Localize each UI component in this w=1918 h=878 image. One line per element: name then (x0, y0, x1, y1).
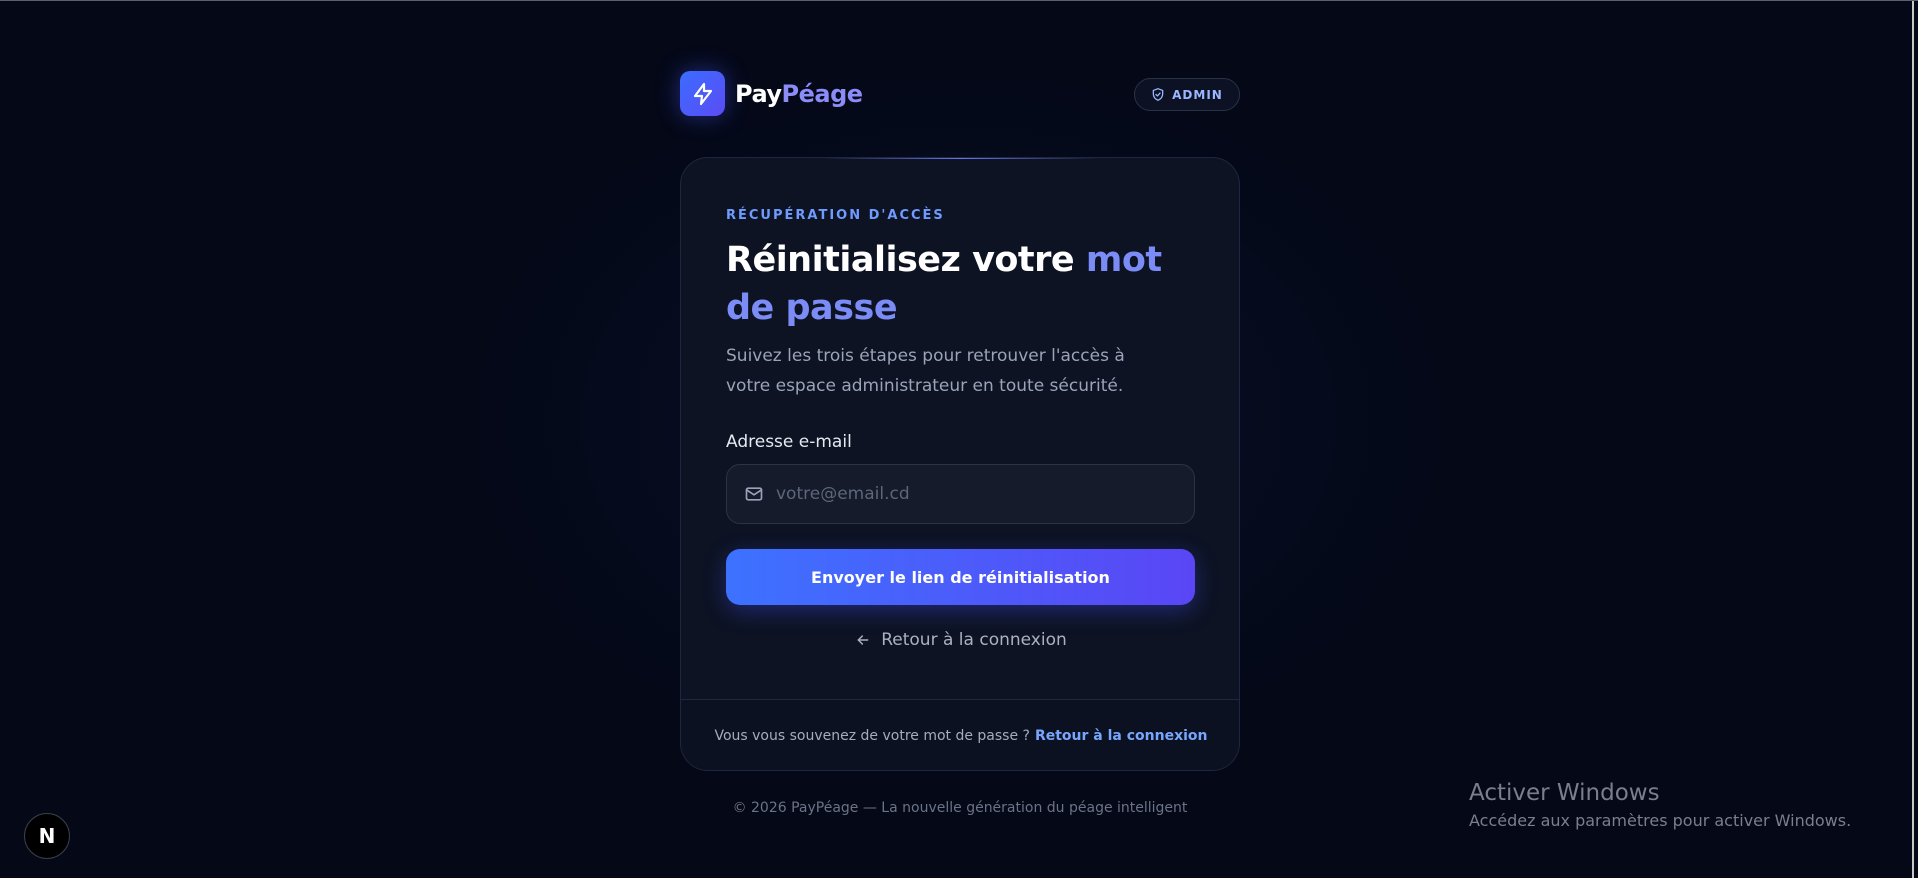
page-title: Réinitialisez votre mot de passe (726, 236, 1206, 332)
email-input[interactable] (776, 484, 1176, 504)
brand-logo[interactable]: PayPéage (680, 71, 863, 116)
footer-text: Vous vous souvenez de votre mot de passe… (714, 728, 1030, 744)
watermark-title: Activer Windows (1469, 780, 1660, 806)
email-field[interactable] (726, 464, 1195, 524)
arrow-left-icon (857, 635, 869, 645)
reset-password-card: RÉCUPÉRATION D'ACCÈS Réinitialisez votre… (680, 157, 1240, 771)
card-top-glow (821, 158, 1101, 159)
admin-badge: ADMIN (1134, 78, 1240, 111)
copyright-text: © 2026 PayPéage — La nouvelle génération… (732, 800, 1188, 816)
card-footer: Vous vous souvenez de votre mot de passe… (681, 699, 1239, 770)
shield-check-icon (1152, 88, 1164, 101)
brand-name-part2: Péage (781, 79, 864, 108)
title-part1: Réinitialisez votre (726, 240, 1086, 280)
scrollbar-thumb[interactable] (1912, 1, 1914, 878)
windows-activation-watermark: Activer Windows Accédez aux paramètres p… (1469, 778, 1851, 834)
lightning-bolt-icon (680, 71, 725, 116)
send-reset-link-button[interactable]: Envoyer le lien de réinitialisation (726, 549, 1195, 605)
back-to-login-link[interactable]: Retour à la connexion (681, 630, 1239, 650)
page-scrollbar[interactable] (1906, 1, 1918, 878)
page-subtitle: Suivez les trois étapes pour retrouver l… (726, 346, 1125, 396)
dev-tools-badge[interactable]: N (24, 813, 70, 859)
email-label: Adresse e-mail (726, 432, 852, 452)
brand-name-part1: Pay (735, 79, 782, 108)
eyebrow-label: RÉCUPÉRATION D'ACCÈS (726, 208, 945, 223)
watermark-subtitle: Accédez aux paramètres pour activer Wind… (1469, 811, 1852, 830)
footer-login-link[interactable]: Retour à la connexion (1035, 728, 1208, 744)
admin-badge-label: ADMIN (1172, 87, 1223, 102)
brand-name: PayPéage (735, 80, 863, 108)
mail-icon (745, 487, 763, 501)
back-to-login-label: Retour à la connexion (881, 630, 1067, 650)
